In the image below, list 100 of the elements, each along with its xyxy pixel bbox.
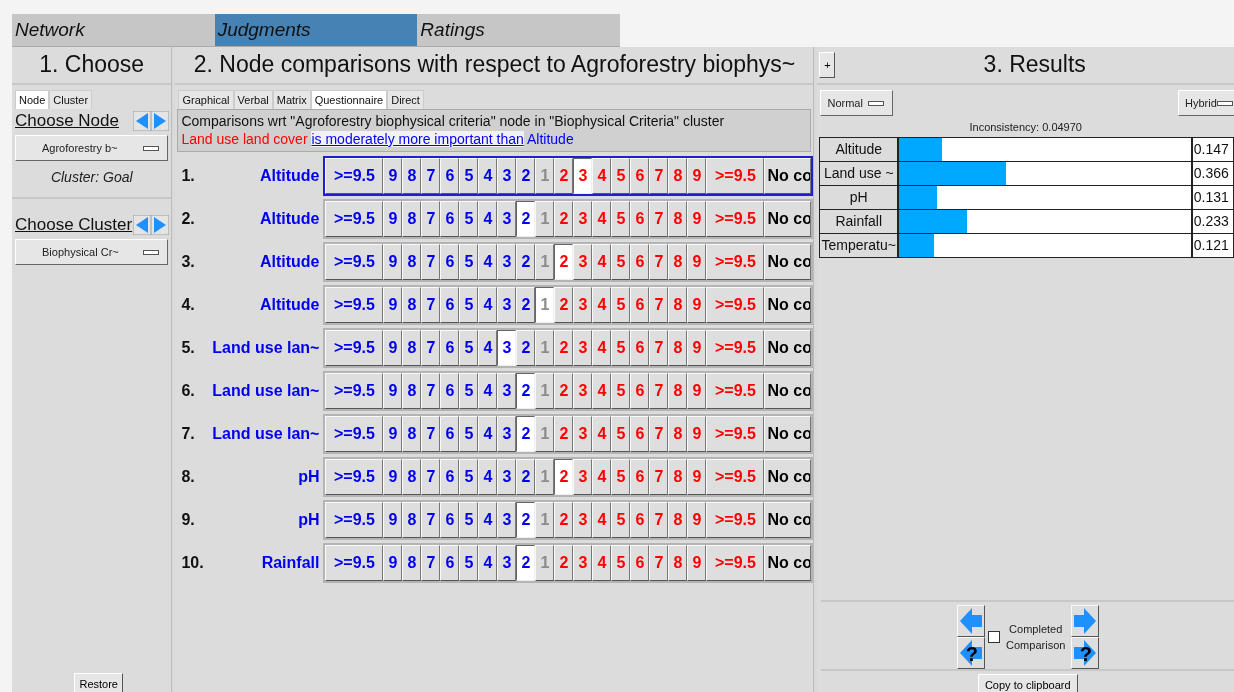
scale-button[interactable]: 4 — [478, 286, 498, 323]
scale-button[interactable]: 5 — [459, 243, 479, 280]
scale-button[interactable]: >=9.5 — [325, 286, 384, 323]
scale-button[interactable]: >=9.5 — [325, 200, 384, 237]
nav-button[interactable]: ? — [956, 637, 985, 669]
tab[interactable]: Node — [15, 90, 50, 109]
scale-button[interactable]: 6 — [440, 544, 460, 581]
scale-button[interactable]: 8 — [402, 544, 422, 581]
scale-button[interactable]: No co — [764, 458, 812, 495]
copy-button[interactable]: Copy to clipboard — [977, 674, 1078, 692]
scale-button[interactable]: 3 — [497, 157, 517, 194]
scale-button[interactable]: 5 — [459, 286, 479, 323]
scale-button[interactable]: 3 — [573, 157, 593, 194]
cluster-dropdown[interactable]: Biophysical Cr~ — [15, 239, 169, 265]
scale-button[interactable]: 6 — [440, 329, 460, 366]
tab[interactable]: Graphical — [178, 90, 234, 109]
mode-dropdown[interactable]: Normal — [820, 90, 894, 116]
scale-button[interactable]: 6 — [440, 501, 460, 538]
scale-button[interactable]: 7 — [421, 501, 441, 538]
scale-button[interactable]: 2 — [516, 200, 536, 237]
node-dropdown[interactable]: Agroforestry b~ — [15, 135, 169, 161]
scale-button[interactable]: >=9.5 — [325, 157, 384, 194]
scale-button[interactable]: 5 — [459, 415, 479, 452]
scale-button[interactable]: 2 — [516, 544, 536, 581]
scale-button[interactable]: 4 — [478, 372, 498, 409]
scale-button[interactable]: 8 — [402, 157, 422, 194]
scale-button[interactable]: 3 — [497, 329, 517, 366]
scale-button[interactable]: 7 — [421, 415, 441, 452]
scale-button[interactable]: 2 — [516, 243, 536, 280]
scale-button[interactable]: No co — [764, 501, 812, 538]
scale-button[interactable]: 9 — [383, 243, 403, 280]
scale-button[interactable]: 7 — [421, 243, 441, 280]
tab[interactable]: Matrix — [272, 90, 311, 109]
scale-button[interactable]: >=9.5 — [325, 544, 384, 581]
scale-button[interactable]: 4 — [478, 458, 498, 495]
scale-button[interactable]: 9 — [383, 157, 403, 194]
scale-button[interactable]: 2 — [554, 243, 574, 280]
scale-button[interactable]: 3 — [497, 501, 517, 538]
scale-button[interactable]: 4 — [478, 200, 498, 237]
scale-button[interactable]: 4 — [478, 544, 498, 581]
scale-button[interactable]: 6 — [440, 458, 460, 495]
scale-button[interactable]: No co — [764, 286, 812, 323]
scale-button[interactable]: 5 — [459, 544, 479, 581]
scale-button[interactable]: 2 — [554, 458, 574, 495]
scale-button[interactable]: 7 — [421, 157, 441, 194]
scale-button[interactable]: 6 — [440, 157, 460, 194]
scale-button[interactable]: >=9.5 — [325, 458, 384, 495]
scale-button[interactable]: 6 — [440, 286, 460, 323]
tab[interactable]: Cluster — [49, 90, 93, 109]
scale-button[interactable]: 3 — [497, 415, 517, 452]
scale-button[interactable]: 5 — [459, 458, 479, 495]
scale-button[interactable]: No co — [764, 329, 812, 366]
arrow-buttons-icon[interactable] — [133, 111, 170, 131]
scale-button[interactable]: 4 — [478, 415, 498, 452]
scale-button[interactable]: 3 — [497, 286, 517, 323]
scale-button[interactable]: 8 — [402, 372, 422, 409]
scale-button[interactable]: 3 — [497, 243, 517, 280]
scale-button[interactable]: No co — [764, 372, 812, 409]
scale-button[interactable]: No co — [764, 415, 812, 452]
expand-button[interactable]: + — [819, 52, 836, 78]
scale-button[interactable]: 5 — [459, 329, 479, 366]
tab[interactable]: Direct — [387, 90, 424, 109]
restore-button[interactable]: Restore — [74, 673, 123, 692]
scale-button[interactable]: 4 — [478, 329, 498, 366]
scale-button[interactable]: 8 — [402, 501, 422, 538]
scale-button[interactable]: 9 — [383, 501, 403, 538]
scale-button[interactable]: 7 — [421, 544, 441, 581]
scale-button[interactable]: 3 — [497, 200, 517, 237]
main-tab[interactable]: Judgments — [214, 14, 418, 46]
scale-button[interactable]: 2 — [516, 286, 536, 323]
scale-button[interactable]: 6 — [440, 372, 460, 409]
scale-button[interactable]: 4 — [478, 157, 498, 194]
scale-button[interactable]: 8 — [402, 243, 422, 280]
scale-button[interactable]: 8 — [402, 200, 422, 237]
scale-button[interactable]: >=9.5 — [325, 329, 384, 366]
scale-button[interactable]: No co — [764, 157, 812, 194]
scale-button[interactable]: 5 — [459, 200, 479, 237]
scale-button[interactable]: 6 — [440, 243, 460, 280]
scale-button[interactable]: 8 — [402, 286, 422, 323]
nav-button[interactable]: ? — [1070, 637, 1099, 669]
scale-button[interactable]: 4 — [478, 243, 498, 280]
scale-button[interactable]: 2 — [516, 458, 536, 495]
verbal-link[interactable]: is moderately more important than — [311, 131, 524, 147]
scale-button[interactable]: 9 — [383, 372, 403, 409]
scale-button[interactable]: 6 — [440, 200, 460, 237]
nav-button[interactable] — [956, 605, 985, 637]
method-dropdown[interactable]: Hybrid — [1178, 90, 1234, 116]
arrow-buttons-icon[interactable] — [133, 215, 170, 235]
scale-button[interactable]: 4 — [478, 501, 498, 538]
scale-button[interactable]: 9 — [383, 200, 403, 237]
scale-button[interactable]: 7 — [421, 458, 441, 495]
scale-button[interactable]: 5 — [459, 501, 479, 538]
scale-button[interactable]: 9 — [383, 544, 403, 581]
scale-button[interactable]: 3 — [497, 372, 517, 409]
scale-button[interactable]: 7 — [421, 286, 441, 323]
scale-button[interactable]: 3 — [497, 458, 517, 495]
scale-button[interactable]: 3 — [497, 544, 517, 581]
scale-button[interactable]: 2 — [516, 415, 536, 452]
scale-button[interactable]: 6 — [440, 415, 460, 452]
scale-button[interactable]: 2 — [516, 372, 536, 409]
